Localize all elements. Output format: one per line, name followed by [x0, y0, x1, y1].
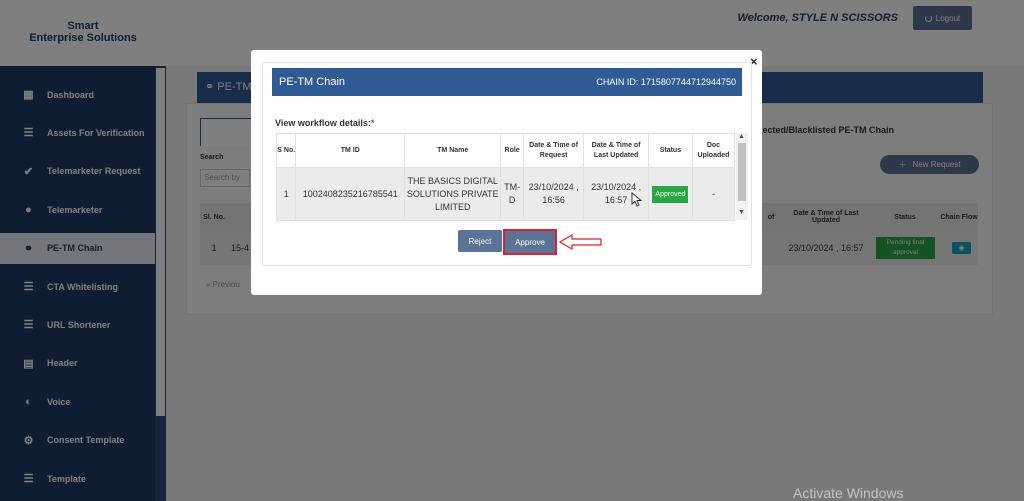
cell-request-datetime: 23/10/2024 , 16:56 [522, 167, 585, 221]
chain-header: PE-TM Chain CHAIN ID: 171580774471294475… [272, 68, 742, 96]
chain-id: CHAIN ID: 1715807744712944750 [596, 77, 736, 87]
mouse-cursor-icon [631, 192, 643, 207]
workflow-table: S No. TM ID TM Name Role Date & Time of … [275, 133, 736, 221]
table-row: 1 1002408235216785541 THE BASICS DIGITAL… [275, 167, 736, 221]
th-updated-datetime: Date & Time of Last Updated [583, 133, 649, 168]
highlight-arrow-icon [558, 233, 602, 251]
th-request-datetime: Date & Time of Request [522, 133, 585, 168]
cell-role: TM-D [500, 167, 524, 221]
th-tm-name: TM Name [404, 133, 502, 168]
th-status: Status [647, 133, 693, 168]
table-scrollbar[interactable]: ▲ ▼ [736, 133, 748, 220]
th-role: Role [500, 133, 524, 168]
cell-sno: 1 [275, 167, 297, 221]
workflow-table-header: S No. TM ID TM Name Role Date & Time of … [275, 133, 736, 168]
workflow-details-label: View workflow details:* [275, 118, 375, 128]
cell-tm-name: THE BASICS DIGITAL SOLUTIONS PRIVATE LIM… [404, 167, 502, 221]
status-badge-approved: Approved [652, 185, 689, 203]
activate-windows-watermark: Activate Windows [793, 485, 904, 501]
th-doc-uploaded: Doc Uploaded [691, 133, 736, 168]
cell-status: Approved [647, 167, 693, 221]
reject-button[interactable]: Reject [458, 230, 502, 252]
scroll-down-icon[interactable]: ▼ [738, 209, 745, 216]
table-scroll-thumb[interactable] [738, 143, 746, 201]
th-s-no: S No. [275, 133, 297, 168]
th-tm-id: TM ID [295, 133, 406, 168]
required-mark: * [370, 118, 375, 128]
modal-title: PE-TM Chain [279, 76, 346, 88]
approve-button[interactable]: Approve [503, 229, 557, 255]
cell-tm-id: 1002408235216785541 [295, 167, 406, 221]
cell-doc: - [691, 167, 736, 221]
scroll-up-icon[interactable]: ▲ [738, 133, 745, 140]
